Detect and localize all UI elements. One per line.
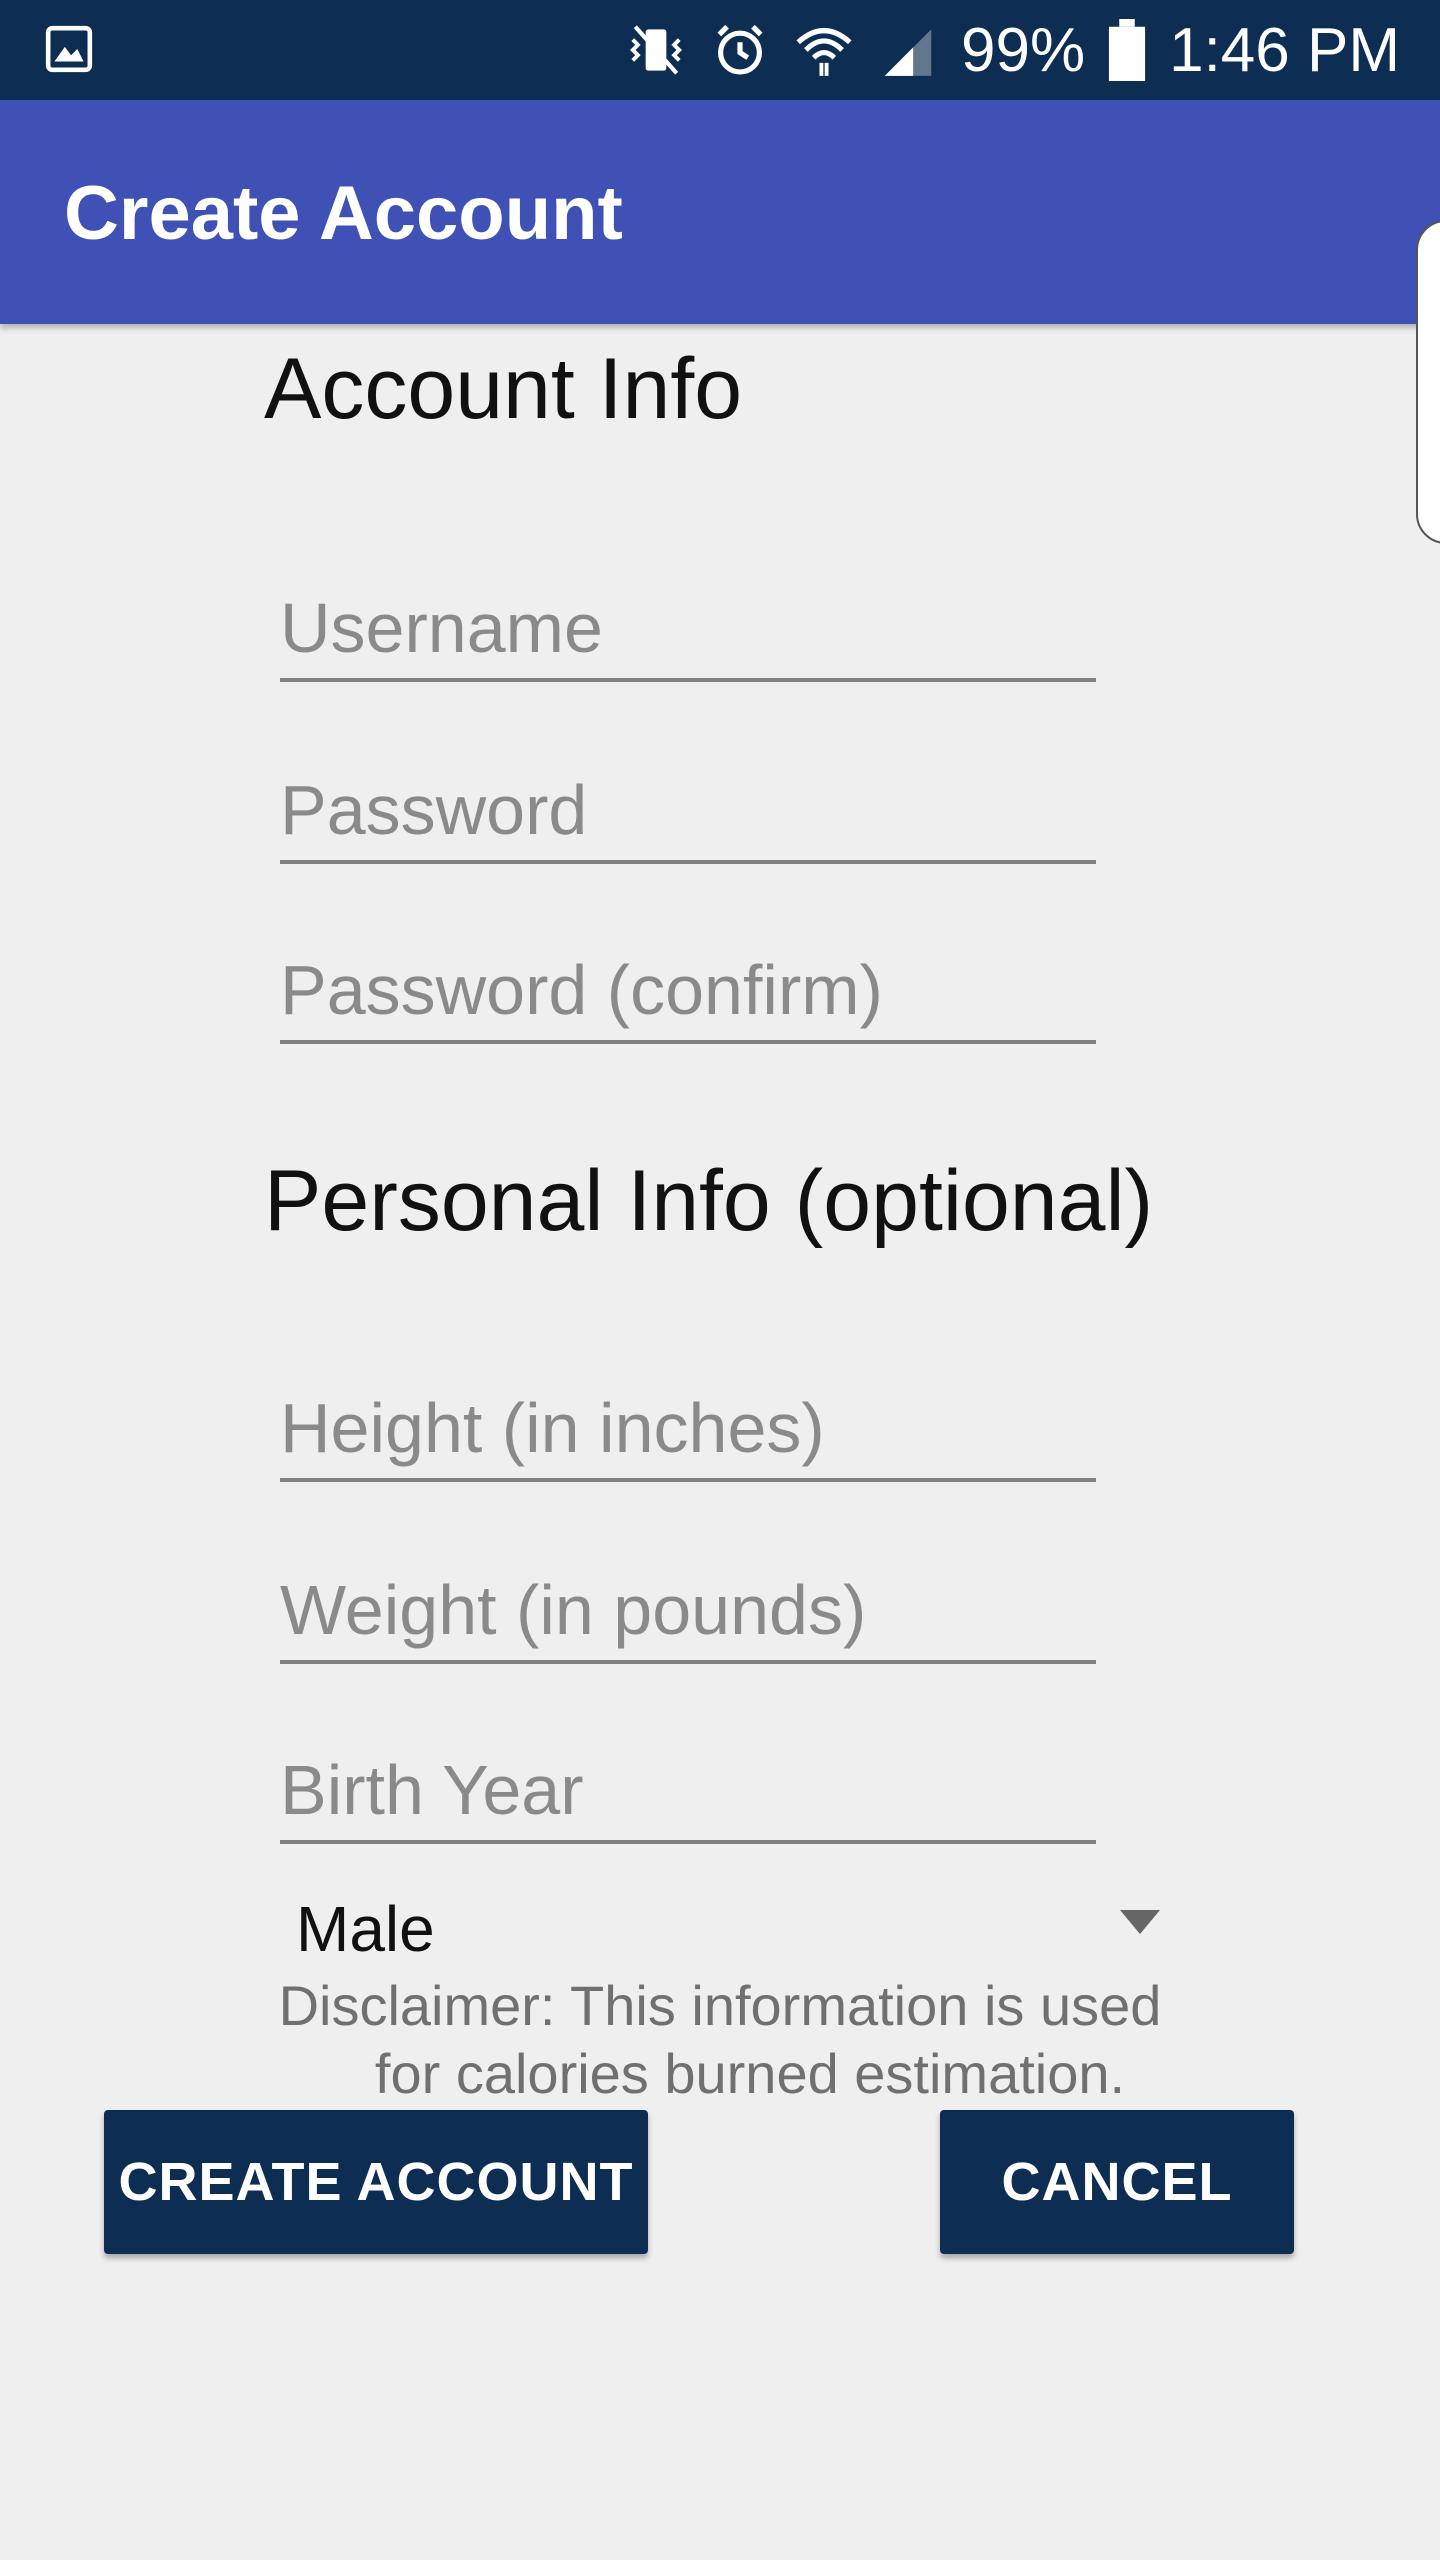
disclaimer-line-2: for calories burned estimation. bbox=[374, 2042, 1126, 2105]
birth-year-input[interactable] bbox=[280, 1750, 1096, 1830]
weight-input[interactable] bbox=[280, 1570, 1096, 1650]
app-bar: Create Account bbox=[0, 100, 1440, 324]
wifi-icon bbox=[796, 28, 852, 76]
signal-icon bbox=[884, 29, 932, 76]
battery-percent: 99% bbox=[961, 15, 1086, 85]
disclaimer-text: Disclaimer: This information is used for… bbox=[200, 1972, 1240, 2108]
disclaimer-line-1: Disclaimer: This information is used bbox=[278, 1974, 1162, 2037]
birth-year-field[interactable] bbox=[280, 1730, 1096, 1844]
dropdown-arrow-icon bbox=[1120, 1910, 1160, 1934]
height-field[interactable] bbox=[280, 1368, 1096, 1482]
battery-icon bbox=[1109, 19, 1146, 81]
weight-field[interactable] bbox=[280, 1550, 1096, 1664]
gender-dropdown[interactable]: Male bbox=[280, 1880, 1160, 1980]
personal-info-heading: Personal Info (optional) bbox=[264, 1153, 1154, 1249]
clock: 1:46 PM bbox=[1169, 15, 1400, 85]
status-bar: 99% 1:46 PM bbox=[0, 0, 1440, 100]
gallery-icon bbox=[45, 25, 93, 73]
height-input[interactable] bbox=[280, 1388, 1096, 1468]
gender-selected-value: Male bbox=[296, 1893, 435, 1965]
password-confirm-field[interactable] bbox=[280, 930, 1096, 1044]
page-title: Create Account bbox=[64, 171, 623, 256]
password-field[interactable] bbox=[280, 750, 1096, 864]
vibrate-icon bbox=[630, 25, 682, 75]
cancel-button[interactable]: CANCEL bbox=[940, 2110, 1294, 2254]
username-field[interactable] bbox=[280, 568, 1096, 682]
alarm-icon bbox=[717, 24, 763, 75]
edge-panel-handle[interactable] bbox=[1416, 220, 1440, 544]
password-input[interactable] bbox=[280, 770, 1096, 850]
create-account-button[interactable]: CREATE ACCOUNT bbox=[104, 2110, 648, 2254]
account-info-heading: Account Info bbox=[264, 341, 743, 437]
username-input[interactable] bbox=[280, 588, 1096, 668]
password-confirm-input[interactable] bbox=[280, 950, 1096, 1030]
